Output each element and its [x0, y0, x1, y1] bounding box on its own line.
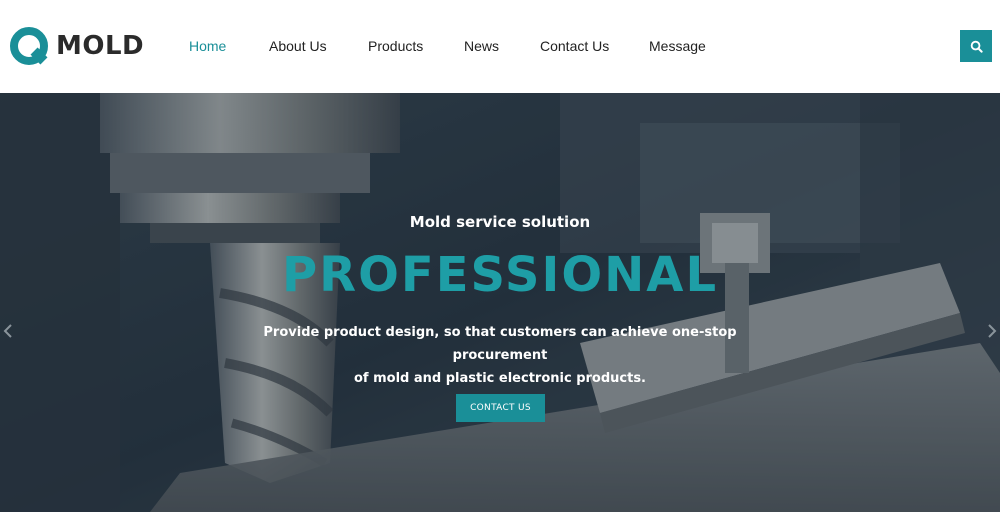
nav-item-message[interactable]: Message: [649, 38, 706, 54]
nav-item-news[interactable]: News: [464, 38, 499, 54]
chevron-left-icon[interactable]: [0, 319, 16, 343]
hero-title: PROFESSIONAL: [281, 247, 719, 303]
nav-item-contact-us[interactable]: Contact Us: [540, 38, 609, 54]
chevron-right-icon[interactable]: [984, 319, 1000, 343]
hero-banner: Mold service solution PROFESSIONAL Provi…: [0, 93, 1000, 512]
logo-mark-icon: [10, 27, 48, 65]
nav-item-home[interactable]: Home: [189, 38, 226, 54]
contact-us-button[interactable]: CONTACT US: [456, 394, 545, 422]
search-button[interactable]: [960, 30, 992, 62]
search-icon: [970, 40, 983, 53]
hero-description: Provide product design, so that customer…: [240, 321, 760, 390]
hero-description-line-2: of mold and plastic electronic products.: [353, 371, 646, 386]
nav-item-products[interactable]: Products: [368, 38, 423, 54]
hero-description-line-1: Provide product design, so that customer…: [263, 325, 737, 363]
logo[interactable]: MOLD: [8, 24, 144, 68]
logo-text: MOLD: [56, 31, 145, 61]
site-header: MOLD Home About Us Products News Contact…: [0, 0, 1000, 93]
hero-subtitle: Mold service solution: [409, 213, 591, 231]
nav-item-about-us[interactable]: About Us: [269, 38, 327, 54]
